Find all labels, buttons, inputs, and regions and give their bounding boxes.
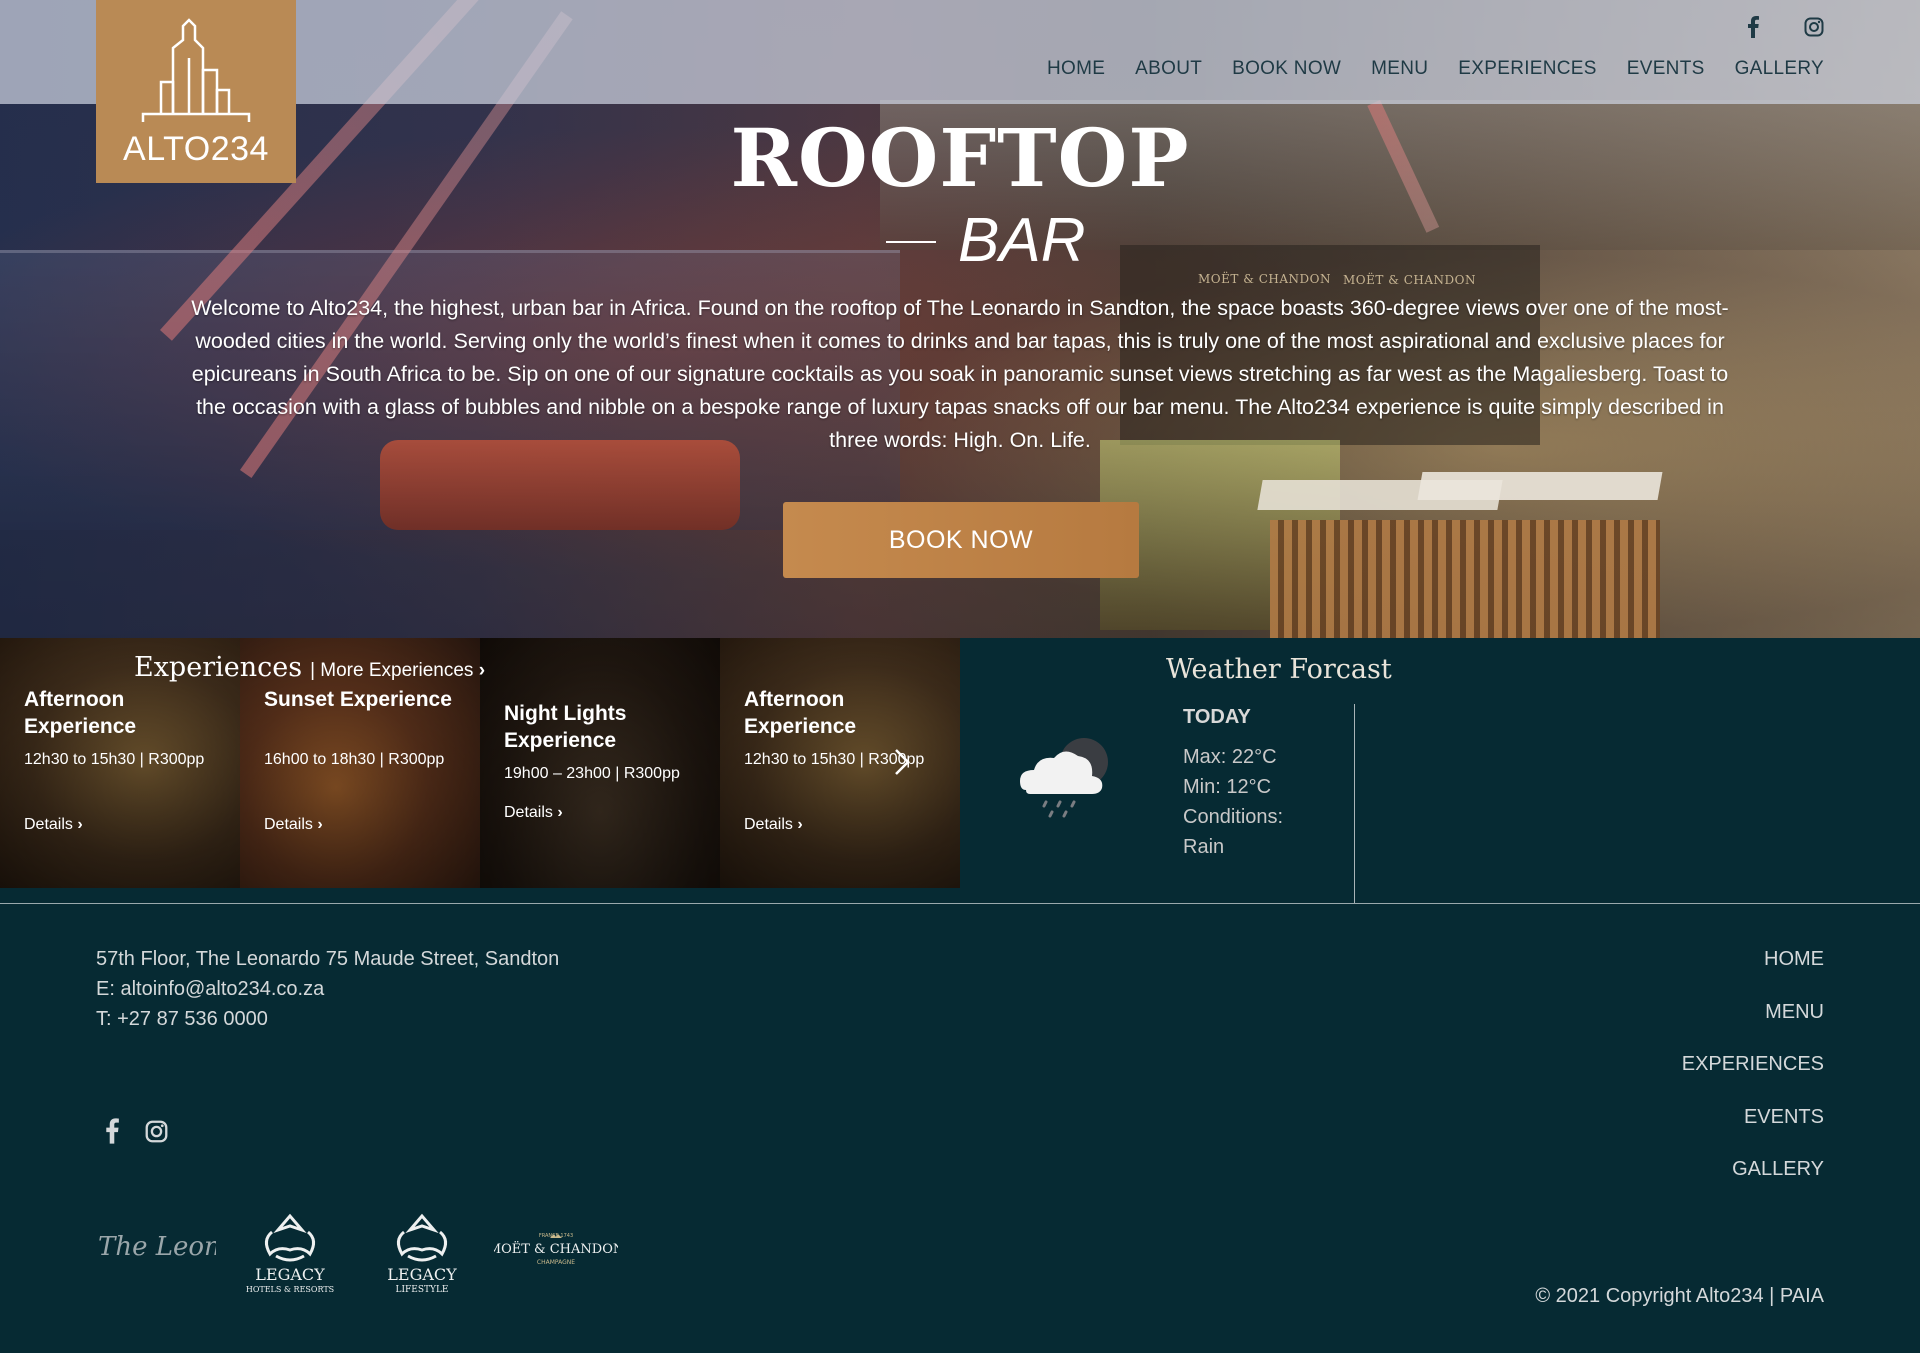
details-link[interactable]: Details › — [504, 804, 563, 822]
partner-logo-the-leonardo: The Leonardo — [96, 1225, 281, 1290]
weather-title: Weather Forcast — [1166, 654, 1392, 685]
partner-name: MOËT & CHANDON — [494, 1240, 618, 1257]
experience-time: 16h00 to 18h30 | R300pp — [264, 751, 445, 768]
subtitle-dash — [886, 241, 936, 243]
partner-top: FRANCE 1743 — [539, 1233, 573, 1239]
weather-max: Max: 22°C — [1183, 746, 1277, 768]
book-now-button[interactable]: BOOK NOW — [783, 502, 1139, 578]
footer-nav-experiences[interactable]: EXPERIENCES — [1682, 1053, 1824, 1076]
brand-mark: MOËT & CHANDON — [1198, 272, 1331, 286]
copyright: © 2021 Copyright Alto234 | PAIA — [1535, 1285, 1824, 1307]
hero-intro: Welcome to Alto234, the highest, urban b… — [191, 296, 1729, 452]
footer-address: 57th Floor, The Leonardo 75 Maude Street… — [96, 948, 560, 970]
nav-menu[interactable]: MENU — [1371, 58, 1428, 80]
chevron-right-icon: › — [317, 816, 323, 833]
site-logo[interactable]: ALTO234 — [96, 0, 296, 183]
weather-min: Min: 12°C — [1183, 776, 1272, 798]
nav-experiences[interactable]: EXPERIENCES — [1458, 58, 1596, 80]
experience-title: Afternoon Experience — [744, 688, 857, 738]
experience-time: 19h00 – 23h00 | R300pp — [504, 765, 680, 782]
weather-conditions-label: Conditions: — [1183, 806, 1284, 828]
experience-time: 12h30 to 15h30 | R300pp — [744, 751, 925, 768]
footer-nav-gallery[interactable]: GALLERY — [1732, 1158, 1824, 1181]
chevron-right-icon: › — [557, 804, 563, 821]
facebook-icon[interactable] — [1746, 16, 1760, 43]
weather-divider — [1354, 704, 1355, 904]
rain-cloud-icon — [1016, 734, 1116, 829]
experiences-heading: Experiences | More Experiences › — [134, 652, 485, 683]
footer-nav-menu[interactable]: MENU — [1765, 1001, 1824, 1024]
chevron-right-icon: › — [478, 660, 486, 681]
skyline-icon — [141, 18, 251, 122]
experience-time: 12h30 to 15h30 | R300pp — [24, 751, 205, 768]
experience-card[interactable]: Night Lights Experience 19h00 – 23h00 | … — [480, 638, 720, 888]
instagram-icon[interactable] — [1804, 17, 1824, 42]
experiences-section: Afternoon Experience 12h30 to 15h30 | R3… — [0, 638, 960, 888]
main-nav: HOME ABOUT BOOK NOW MENU EXPERIENCES EVE… — [1047, 58, 1824, 80]
section-divider — [0, 903, 1920, 904]
partner-name: LEGACY — [255, 1265, 325, 1284]
footer-email[interactable]: E: altoinfo@alto234.co.za — [96, 978, 324, 1001]
hero-subtitle: BAR — [886, 205, 1086, 276]
weather-conditions: Rain — [1183, 836, 1225, 858]
partner-logo-legacy-lifestyle: LEGACY LIFESTYLE — [364, 1210, 480, 1301]
nav-gallery[interactable]: GALLERY — [1735, 58, 1824, 80]
chevron-right-icon — [895, 749, 910, 775]
footer-nav-home[interactable]: HOME — [1764, 948, 1824, 971]
experiences-title: Experiences — [134, 652, 303, 683]
experience-title: Sunset Experience — [264, 688, 452, 711]
nav-about[interactable]: ABOUT — [1135, 58, 1202, 80]
partner-logo-legacy-hotels: LEGACY HOTELS & RESORTS — [232, 1210, 348, 1301]
nav-events[interactable]: EVENTS — [1627, 58, 1705, 80]
bar-table — [1417, 472, 1663, 500]
brand-mark: MOËT & CHANDON — [1343, 273, 1476, 287]
chevron-right-icon: › — [77, 816, 83, 833]
weather-day: TODAY — [1183, 706, 1251, 728]
details-link[interactable]: Details › — [24, 816, 83, 834]
footer-phone[interactable]: T: +27 87 536 0000 — [96, 1008, 268, 1031]
nav-book-now[interactable]: BOOK NOW — [1232, 58, 1341, 80]
experience-card[interactable]: Afternoon Experience 12h30 to 15h30 | R3… — [720, 638, 960, 888]
partner-name: LEGACY — [387, 1265, 457, 1284]
chevron-right-icon: › — [797, 816, 803, 833]
hero-subtitle-text: BAR — [958, 206, 1086, 275]
partner-sub: CHAMPAGNE — [537, 1259, 575, 1266]
more-experiences-link[interactable]: | More Experiences › — [310, 660, 485, 682]
weather-section: Weather Forcast TODAY Max: 22°C Min: 12°… — [960, 638, 1920, 904]
wood-slats — [1270, 520, 1660, 638]
partner-logo-moet-chandon: FRANCE 1743 MOËT & CHANDON CHAMPAGNE — [488, 1228, 624, 1281]
details-link[interactable]: Details › — [744, 816, 803, 834]
experience-title: Night Lights Experience — [504, 702, 627, 752]
instagram-icon[interactable] — [145, 1120, 168, 1148]
footer-nav-events[interactable]: EVENTS — [1744, 1106, 1824, 1129]
partner-sub: HOTELS & RESORTS — [246, 1285, 334, 1294]
carousel-next-arrow[interactable] — [892, 746, 912, 783]
experience-title: Afternoon Experience — [24, 688, 137, 738]
details-link[interactable]: Details › — [264, 816, 323, 834]
logo-text: ALTO234 — [123, 130, 269, 168]
facebook-icon[interactable] — [104, 1118, 120, 1149]
partner-sub: LIFESTYLE — [395, 1285, 448, 1295]
partner-name: The Leonardo — [98, 1232, 216, 1262]
nav-home[interactable]: HOME — [1047, 58, 1105, 80]
